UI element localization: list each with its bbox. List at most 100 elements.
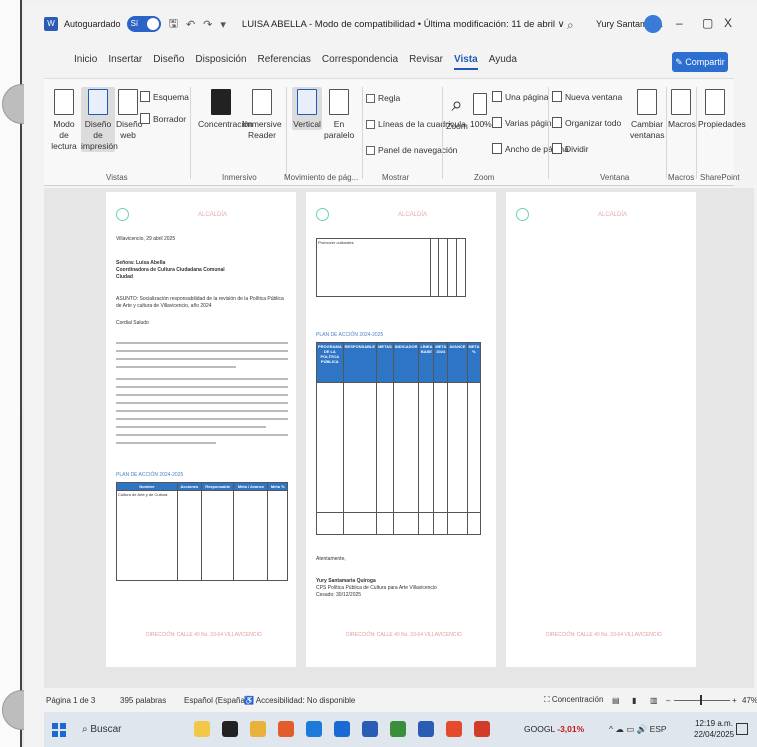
- tab-vista[interactable]: Vista: [453, 54, 478, 70]
- document-page-3[interactable]: ALCALDÍA DIRECCIÓN: CALLE 40 No. 33-64 V…: [506, 192, 696, 667]
- customize-qat-icon[interactable]: ▾: [220, 18, 226, 31]
- windows-start-icon[interactable]: [52, 722, 66, 737]
- outlook-icon[interactable]: [362, 721, 378, 737]
- redo-icon[interactable]: ↷: [203, 18, 212, 31]
- zoom-button[interactable]: ⌕ Zoom: [444, 93, 470, 132]
- title-bar: W Autoguardado Sí 🖫 ↶ ↷ ▾ LUISA ABELLA -…: [24, 6, 757, 42]
- tab-diseno[interactable]: Diseño: [153, 54, 184, 70]
- task-view-icon[interactable]: [222, 721, 238, 737]
- chrome-icon[interactable]: [446, 721, 462, 737]
- close-button[interactable]: X: [724, 16, 732, 30]
- save-icon[interactable]: 🖫: [169, 15, 178, 34]
- body-text-line: [116, 434, 288, 436]
- modo-lectura-button[interactable]: Modo de lectura: [48, 89, 80, 152]
- system-tray[interactable]: ^ ☁ ▭ 🔊 ESP: [609, 724, 667, 735]
- clock[interactable]: 12:19 a.m. 22/04/2025: [694, 718, 734, 740]
- document-page-2[interactable]: ALCALDÍA Promover culturales PLAN DE ACC…: [306, 192, 496, 667]
- header-text: ALCALDÍA: [198, 212, 228, 218]
- print-layout-icon[interactable]: ▮: [632, 696, 636, 705]
- file-explorer-icon[interactable]: [250, 721, 266, 737]
- concentracion-button[interactable]: Concentración: [198, 89, 253, 130]
- zoom-slider-thumb[interactable]: [700, 695, 702, 705]
- excel-icon[interactable]: [390, 721, 406, 737]
- avatar[interactable]: [644, 15, 662, 33]
- subject-line: ASUNTO: Socialización responsabilidad de…: [116, 296, 284, 309]
- search-icon[interactable]: ⌕: [567, 18, 574, 33]
- table-cell: [233, 490, 269, 581]
- cambiar-ventanas-button[interactable]: Cambiar ventanas: [630, 89, 665, 141]
- dividir-button[interactable]: Dividir: [552, 143, 589, 154]
- immersive-reader-button[interactable]: Immersive Reader: [242, 89, 282, 141]
- tab-insertar[interactable]: Insertar: [108, 54, 142, 70]
- propiedades-button[interactable]: Propiedades: [698, 89, 746, 130]
- table-header: AVANCE: [447, 342, 468, 383]
- table-cell: Cultura de Arte y de Cultura: [116, 490, 178, 581]
- tab-referencias[interactable]: Referencias: [258, 54, 311, 70]
- document-page-1[interactable]: ALCALDÍA Villavicencio, 29 abril 2025 Se…: [106, 192, 296, 667]
- document-title[interactable]: LUISA ABELLA - Modo de compatibilidad • …: [242, 19, 565, 30]
- reader-icon: [252, 89, 272, 115]
- zoom-slider[interactable]: [674, 700, 730, 701]
- table-cell: [447, 512, 468, 535]
- organizar-todo-button[interactable]: Organizar todo: [552, 117, 621, 128]
- pdf-icon[interactable]: [474, 721, 490, 737]
- undo-icon[interactable]: ↶: [186, 18, 195, 31]
- tab-correspondencia[interactable]: Correspondencia: [322, 54, 398, 70]
- table-cell: [447, 382, 468, 513]
- page-width-icon: [492, 143, 502, 154]
- table-cell: [429, 238, 440, 297]
- vertical-button[interactable]: Vertical: [292, 87, 322, 130]
- stock-widget[interactable]: GOOGL -3,01%: [524, 724, 584, 734]
- language-status[interactable]: Español (España): [184, 696, 248, 705]
- zoom-100-button[interactable]: 100%: [470, 93, 492, 130]
- regla-checkbox[interactable]: Regla: [366, 93, 400, 103]
- esquema-button[interactable]: Esquema: [140, 91, 189, 102]
- office-icon[interactable]: [278, 721, 294, 737]
- tab-ayuda[interactable]: Ayuda: [489, 54, 517, 70]
- page-count[interactable]: Página 1 de 3: [46, 696, 95, 705]
- clock-time: 12:19 a.m.: [695, 719, 733, 728]
- group-label-sharepoint: SharePoint: [700, 173, 740, 182]
- focus-mode-button[interactable]: ⛶ Concentración: [544, 695, 603, 705]
- diseno-web-button[interactable]: Diseño web: [116, 89, 142, 141]
- ribbon-tabs: Inicio Insertar Diseño Disposición Refer…: [74, 54, 517, 70]
- borrador-button[interactable]: Borrador: [140, 113, 186, 124]
- zoom-level[interactable]: 47%: [742, 696, 757, 705]
- widgets-icon[interactable]: [194, 721, 210, 737]
- zoom-out-icon[interactable]: –: [666, 696, 670, 705]
- edge-icon[interactable]: [306, 721, 322, 737]
- tab-disposicion[interactable]: Disposición: [195, 54, 246, 70]
- web-page-icon: [118, 89, 138, 115]
- word-count[interactable]: 395 palabras: [120, 696, 166, 705]
- tab-inicio[interactable]: Inicio: [74, 54, 97, 70]
- taskbar-search[interactable]: ⌕ Buscar: [82, 724, 122, 735]
- store-icon[interactable]: [334, 721, 350, 737]
- minimize-button[interactable]: –: [676, 16, 683, 30]
- diseno-impresion-button[interactable]: Diseño de impresión: [81, 87, 118, 152]
- restore-button[interactable]: ▢: [702, 16, 713, 30]
- en-paralelo-button[interactable]: En paralelo: [324, 89, 354, 141]
- date-line: Villavicencio, 29 abril 2025: [116, 236, 176, 242]
- zoom-in-icon[interactable]: +: [732, 696, 737, 705]
- autosave-toggle[interactable]: Sí: [126, 16, 161, 32]
- web-layout-icon[interactable]: ▥: [650, 696, 658, 705]
- multiple-pages-icon: [492, 117, 502, 128]
- properties-icon: [705, 89, 725, 115]
- tab-revisar[interactable]: Revisar: [409, 54, 443, 70]
- word-icon[interactable]: [418, 721, 434, 737]
- signature-role: CPS Política Pública de Cultura para Art…: [316, 585, 437, 591]
- varias-paginas-button[interactable]: Varias páginas: [492, 117, 561, 128]
- table-cell: [376, 512, 394, 535]
- closing-text: Atentamente,: [316, 556, 346, 562]
- una-pagina-button[interactable]: Una página: [492, 91, 548, 102]
- document-canvas[interactable]: ALCALDÍA Villavicencio, 29 abril 2025 Se…: [44, 188, 754, 688]
- share-button[interactable]: ✎ Compartir ▾: [672, 52, 728, 87]
- nueva-ventana-button[interactable]: Nueva ventana: [552, 91, 622, 102]
- macros-button[interactable]: Macros: [668, 89, 696, 130]
- panel-navegacion-checkbox[interactable]: Panel de navegación: [366, 145, 457, 155]
- accessibility-status[interactable]: ♿ Accesibilidad: No disponible: [244, 696, 355, 705]
- read-mode-icon[interactable]: ▤: [612, 696, 620, 705]
- body-text-line: [116, 366, 236, 368]
- notifications-icon[interactable]: [736, 723, 748, 735]
- table-cell: Promover culturales: [316, 238, 431, 297]
